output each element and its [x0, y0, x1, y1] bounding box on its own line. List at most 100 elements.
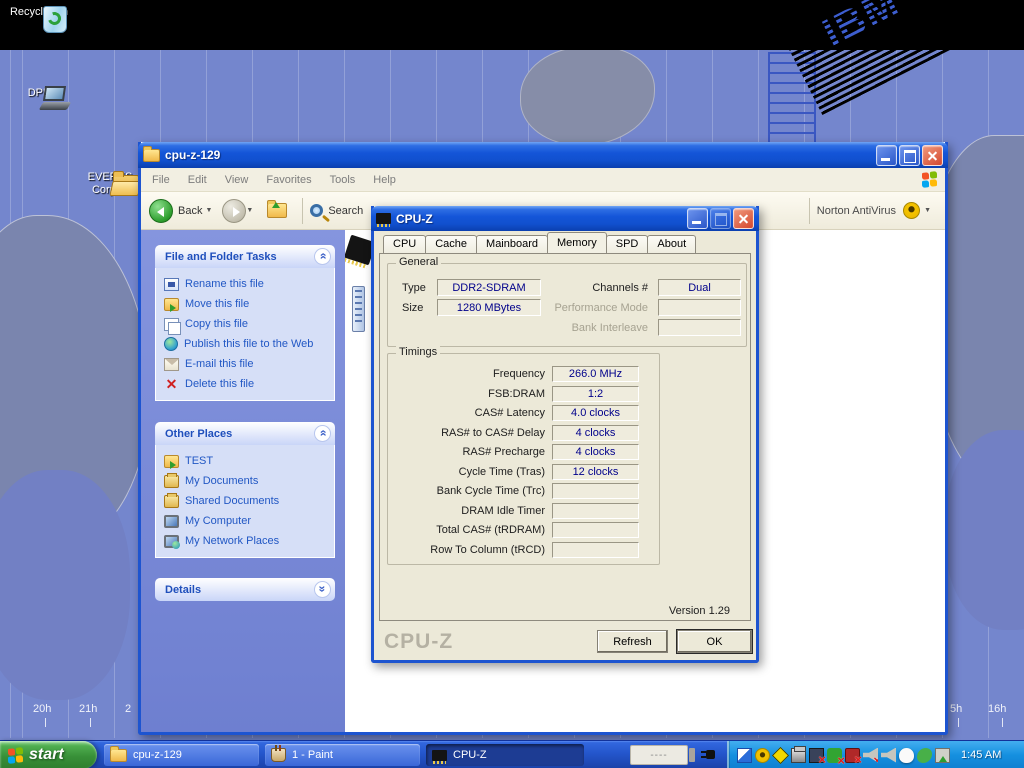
task-copy-this-file[interactable]: Copy this file	[164, 314, 330, 334]
explorer-menubar: File Edit View Favorites Tools Help	[141, 168, 945, 192]
timing-row: Row To Column (tRCD)	[388, 542, 659, 558]
close-button[interactable]	[922, 145, 943, 166]
system-monitor-icon[interactable]	[917, 748, 932, 763]
tab-spd[interactable]: SPD	[606, 235, 649, 253]
power-plug-icon[interactable]	[701, 748, 715, 761]
timezone-tick	[45, 718, 46, 727]
timing-label: Frequency	[388, 368, 552, 380]
network-places-icon	[164, 535, 179, 548]
search-button[interactable]: Search	[310, 204, 366, 217]
my-documents-icon	[164, 475, 179, 488]
task-label: Move this file	[185, 298, 249, 310]
place-my-network-places[interactable]: My Network Places	[164, 531, 330, 551]
norton-antivirus-icon	[903, 202, 920, 219]
taskbar-clock[interactable]: 1:45 AM	[961, 749, 1001, 761]
security-alert-icon[interactable]	[845, 748, 860, 763]
explorer-task-pane: File and Folder Tasks Rename this file M…	[141, 230, 345, 732]
volume-icon[interactable]	[881, 748, 896, 763]
panel-header[interactable]: Other Places	[155, 422, 335, 445]
cpuz-tab-strip: CPU Cache Mainboard Memory SPD About	[383, 235, 695, 253]
task-publish-this-file[interactable]: Publish this file to the Web	[164, 334, 330, 354]
cpuz-titlebar[interactable]: CPU-Z	[371, 206, 759, 231]
tab-memory[interactable]: Memory	[547, 232, 607, 253]
timings-groupbox: Timings Frequency266.0 MHz FSB:DRAM1:2 C…	[387, 353, 660, 565]
chevron-down-icon[interactable]	[314, 581, 331, 598]
maximize-button[interactable]	[899, 145, 920, 166]
folder-icon	[110, 749, 127, 762]
up-folder-button[interactable]	[267, 203, 287, 218]
search-label: Search	[328, 205, 363, 217]
performance-mode-value	[658, 299, 741, 316]
refresh-button[interactable]: Refresh	[597, 630, 668, 653]
timing-value: 4 clocks	[552, 444, 639, 460]
place-my-computer[interactable]: My Computer	[164, 511, 330, 531]
windows-logo-icon	[922, 171, 937, 188]
messenger-offline-icon[interactable]	[827, 748, 842, 763]
print-manager-icon[interactable]	[791, 748, 806, 763]
taskbar-button-cpuz[interactable]: CPU-Z	[426, 744, 584, 766]
maximize-button[interactable]	[710, 208, 731, 229]
menu-help[interactable]: Help	[364, 171, 405, 189]
system-tray: 1:45 AM	[727, 741, 1024, 768]
timing-value: 12 clocks	[552, 464, 639, 480]
graphics-app-icon[interactable]	[737, 748, 752, 763]
place-test[interactable]: TEST	[164, 451, 330, 471]
forward-button[interactable]: ▼	[222, 199, 259, 223]
network-error-icon[interactable]	[809, 748, 824, 763]
task-label: E-mail this file	[185, 358, 253, 370]
menu-file[interactable]: File	[143, 171, 179, 189]
ok-button[interactable]: OK	[677, 630, 752, 653]
safely-remove-hardware-icon[interactable]	[935, 748, 950, 763]
close-button[interactable]	[733, 208, 754, 229]
search-icon	[310, 204, 323, 217]
place-my-documents[interactable]: My Documents	[164, 471, 330, 491]
ram-file-icon[interactable]	[352, 286, 365, 332]
place-shared-documents[interactable]: Shared Documents	[164, 491, 330, 511]
desktop-icon-everes[interactable]: EVERES Corpor.	[82, 168, 138, 197]
norton-antivirus-icon[interactable]	[755, 748, 770, 763]
task-rename-this-file[interactable]: Rename this file	[164, 274, 330, 294]
type-value: DDR2-SDRAM	[437, 279, 541, 296]
minimize-button[interactable]	[687, 208, 708, 229]
map-scale-pattern	[768, 52, 816, 144]
desktop-icon-recycle-bin[interactable]: Recycle Bin	[4, 3, 74, 19]
chevron-up-icon[interactable]	[314, 425, 331, 442]
back-button[interactable]: Back ▼	[149, 199, 218, 223]
menu-favorites[interactable]: Favorites	[257, 171, 320, 189]
menu-view[interactable]: View	[216, 171, 258, 189]
panel-header[interactable]: Details	[155, 578, 335, 601]
start-button[interactable]: start	[0, 741, 97, 768]
volume-muted-icon[interactable]	[863, 748, 878, 763]
chevron-down-icon: ▼	[246, 207, 253, 214]
explorer-titlebar[interactable]: cpu-z-129	[138, 142, 948, 168]
tab-cpu[interactable]: CPU	[383, 235, 426, 253]
ghost-utility-icon[interactable]	[899, 748, 914, 763]
taskbar-button-cpu-z-129[interactable]: cpu-z-129	[104, 744, 259, 766]
channels-value: Dual	[658, 279, 741, 296]
version-text: Version 1.29	[669, 605, 730, 617]
timing-row: Cycle Time (Tras)12 clocks	[388, 464, 659, 480]
task-label: Delete this file	[185, 378, 254, 390]
panel-header[interactable]: File and Folder Tasks	[155, 245, 335, 268]
norton-toolbar-segment[interactable]: Norton AntiVirus ▼	[802, 198, 937, 224]
other-places-panel: Other Places TEST My Documents Shared Do…	[155, 422, 335, 558]
mail-notify-icon[interactable]	[772, 747, 789, 764]
minimize-button[interactable]	[876, 145, 897, 166]
task-email-this-file[interactable]: E-mail this file	[164, 354, 330, 374]
task-delete-this-file[interactable]: ✕Delete this file	[164, 374, 330, 394]
move-icon	[164, 298, 179, 311]
window-title: cpu-z-129	[165, 148, 876, 162]
taskbar-deskband[interactable]: ----	[630, 745, 688, 765]
paint-icon	[271, 748, 286, 762]
timing-row: RAS# Precharge4 clocks	[388, 444, 659, 460]
taskbar-button-paint[interactable]: 1 - Paint	[265, 744, 420, 766]
chevron-up-icon[interactable]	[314, 248, 331, 265]
tab-about[interactable]: About	[647, 235, 696, 253]
desktop-icon-dpb[interactable]: DPB	[4, 84, 74, 100]
windows-flag-icon	[8, 746, 23, 763]
tab-cache[interactable]: Cache	[425, 235, 477, 253]
menu-tools[interactable]: Tools	[321, 171, 365, 189]
task-move-this-file[interactable]: Move this file	[164, 294, 330, 314]
tab-mainboard[interactable]: Mainboard	[476, 235, 548, 253]
menu-edit[interactable]: Edit	[179, 171, 216, 189]
